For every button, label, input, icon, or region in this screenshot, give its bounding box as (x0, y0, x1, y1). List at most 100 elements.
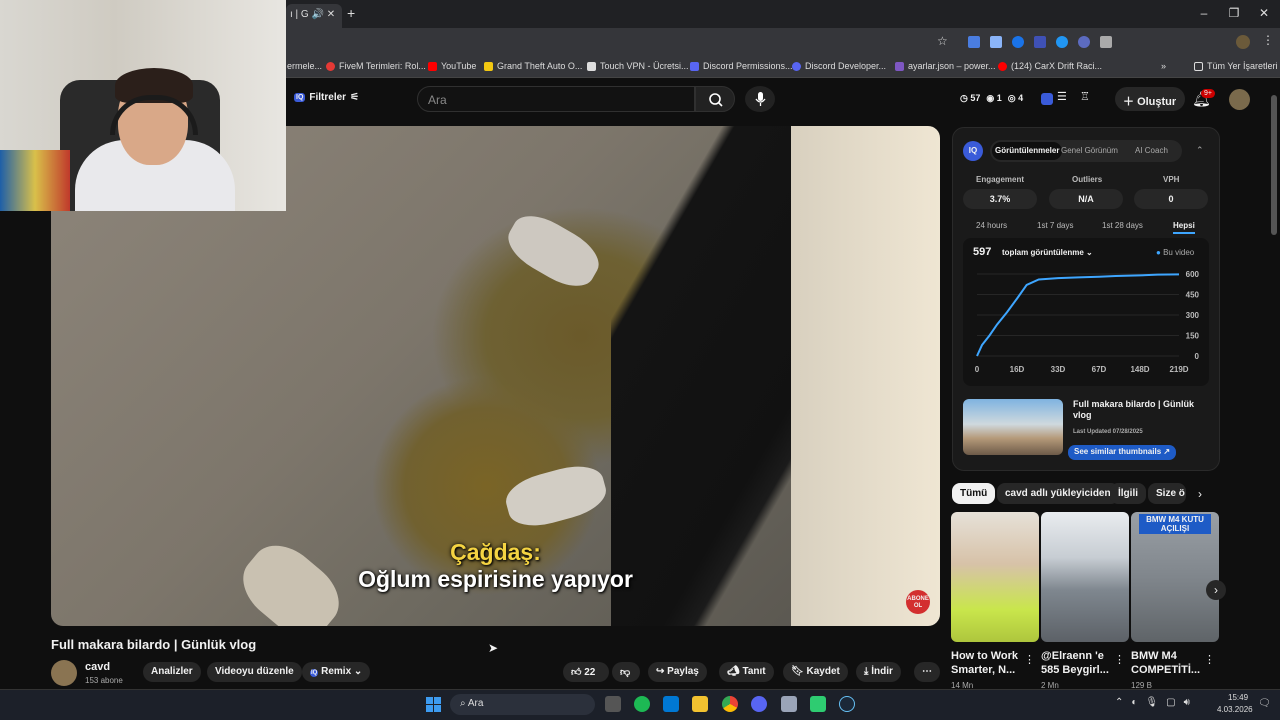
new-tab-button[interactable]: + (347, 5, 355, 21)
rec-title[interactable]: BMW M4 COMPETİTİ... (1131, 649, 1201, 677)
rec-title[interactable]: How to Work Smarter, N... (951, 649, 1031, 677)
windows-start-icon[interactable] (426, 697, 441, 712)
bookmarks-overflow-icon[interactable]: » (1161, 61, 1166, 71)
filters-button[interactable]: IQ Filtreler ⚟ (294, 92, 359, 103)
video-title: Full makara bilardo | Günlük vlog (51, 637, 257, 652)
all-bookmarks[interactable]: Tüm Yer İşaretleri (1194, 61, 1278, 71)
profile-avatar[interactable] (1236, 35, 1250, 49)
browser-tab[interactable]: ı | G 🔊 ✕ (286, 4, 342, 28)
chip-related[interactable]: İlgili (1110, 483, 1146, 504)
header-stats[interactable]: ◷ 57 ◉ 1 ◎ 4 (960, 93, 1023, 104)
like-button[interactable]: 👍︎ 22 (563, 662, 609, 682)
promote-button[interactable]: 📣︎ Tanıt (719, 662, 774, 682)
system-tray-icons[interactable]: ⌃◐🎙︎▢🔊︎ (1115, 697, 1198, 708)
menu-icon[interactable]: ⋮ (1262, 33, 1274, 47)
steam-icon[interactable] (839, 696, 855, 712)
taskbar-search[interactable]: ⌕ Ara (450, 694, 595, 715)
rec-thumbnail[interactable] (1041, 512, 1129, 642)
chip-all[interactable]: Tümü (952, 483, 996, 504)
carousel-next-button[interactable]: › (1206, 580, 1226, 600)
extensions-icons[interactable] (968, 36, 1198, 48)
analytics-button[interactable]: Analizler (143, 662, 201, 682)
chrome-icon[interactable] (722, 696, 738, 712)
collapse-icon[interactable]: ⌃ (1196, 145, 1204, 156)
vscode-icon[interactable] (663, 696, 679, 712)
restore-icon[interactable]: ❐ (1224, 6, 1244, 20)
bookmark-icon: 🔖︎ (791, 666, 804, 677)
bookmark-item[interactable]: (124) CarX Drift Raci... (998, 61, 1102, 71)
save-button[interactable]: 🔖︎ Kaydet (783, 662, 848, 682)
sliders-icon: ⚟ (350, 92, 360, 103)
see-similar-button[interactable]: See similar thumbnails ↗ (1068, 445, 1177, 460)
channel-avatar[interactable] (51, 660, 77, 686)
thumbs-down-icon: 👎︎ (620, 667, 631, 678)
bookmark-star-icon[interactable]: ☆ (937, 34, 948, 48)
bookmark-item[interactable]: Touch VPN - Ücretsi... (587, 61, 689, 71)
share-button[interactable]: ↪ Paylaş (648, 662, 707, 682)
range-7d[interactable]: 1st 7 days (1037, 221, 1073, 230)
chip-for-you[interactable]: Size ö (1148, 483, 1186, 504)
spotify-icon[interactable] (634, 696, 650, 712)
rec-thumbnail[interactable] (951, 512, 1039, 642)
chevron-right-icon[interactable]: › (1198, 487, 1202, 501)
rec-title[interactable]: @Elraenn 'e 585 Beygirl... (1041, 649, 1121, 677)
rec-more-icon[interactable]: ⋮ (1114, 653, 1125, 666)
subscribe-badge[interactable]: ABONE OL (906, 590, 930, 614)
tab-ai-coach[interactable]: AI Coach (1135, 146, 1168, 155)
channel-name[interactable]: cavd (85, 661, 110, 673)
award-icon[interactable]: ♖ (1080, 90, 1090, 103)
bookmark-item[interactable]: Discord Developer... (792, 61, 886, 71)
tab-overview[interactable]: Genel Görünüm (1061, 146, 1118, 155)
clock-time[interactable]: 15:49 (1228, 693, 1248, 702)
range-all[interactable]: Hepsi (1173, 221, 1195, 234)
chart-legend: ● Bu video (1156, 248, 1195, 257)
search-input[interactable]: Ara (417, 86, 695, 112)
app-icon[interactable] (781, 696, 797, 712)
range-24h[interactable]: 24 hours (976, 221, 1007, 230)
bookmark-item[interactable]: FiveM Terimleri: Rol... (326, 61, 426, 71)
bookmark-item[interactable]: ayarlar.json – power... (895, 61, 996, 71)
clock-date[interactable]: 4.03.2026 (1217, 705, 1253, 714)
chip-uploader[interactable]: cavd adlı yükleyiciden (997, 483, 1119, 504)
range-28d[interactable]: 1st 28 days (1102, 221, 1143, 230)
share-icon: ↪ (656, 666, 665, 677)
app-icon[interactable] (810, 696, 826, 712)
mic-icon (755, 92, 766, 106)
list-icon[interactable]: ☰ (1057, 90, 1067, 103)
dislike-button[interactable]: 👎︎ (612, 662, 640, 682)
avatar[interactable] (1229, 89, 1250, 110)
minimize-icon[interactable]: – (1194, 6, 1214, 20)
search-button[interactable] (695, 86, 735, 112)
shelf (0, 150, 70, 211)
remix-button[interactable]: IQ Remix ⌄ (302, 662, 371, 682)
tab-views[interactable]: Görüntülenmeler (992, 142, 1063, 160)
more-actions-button[interactable]: ⋯ (914, 662, 940, 682)
close-window-icon[interactable]: ✕ (1254, 6, 1274, 20)
x-tick-label: 148D (1130, 365, 1149, 374)
edit-video-button[interactable]: Videoyu düzenle (207, 662, 302, 682)
stat-label: Outliers (1072, 175, 1103, 184)
voice-search-button[interactable] (745, 86, 775, 112)
bookmark-item[interactable]: Discord Permissions... (690, 61, 793, 71)
file-explorer-icon[interactable] (692, 696, 708, 712)
panel-thumbnail[interactable] (963, 399, 1063, 455)
y-tick-label: 0 (1195, 352, 1200, 361)
y-tick-label: 300 (1186, 311, 1200, 320)
create-button[interactable]: ＋ Oluştur (1115, 87, 1185, 111)
engagement-value: 3.7% (963, 189, 1037, 209)
bookmark-item[interactable]: YouTube (428, 61, 476, 71)
search-icon (709, 93, 723, 107)
download-button[interactable]: ⤓ İndir (856, 662, 901, 682)
scrollbar[interactable] (1271, 95, 1277, 235)
rec-thumbnail[interactable]: BMW M4 KUTU AÇILIŞI (1131, 512, 1219, 642)
rec-more-icon[interactable]: ⋮ (1204, 653, 1215, 666)
notification-center-icon[interactable]: 🗨︎ (1258, 698, 1271, 709)
stat-label: Engagement (976, 175, 1025, 184)
bookmark-item[interactable]: Grand Theft Auto O... (484, 61, 582, 71)
rec-more-icon[interactable]: ⋮ (1024, 653, 1035, 666)
bookmark-item[interactable]: ermelе... (287, 61, 322, 71)
metric-dropdown[interactable]: toplam görüntülenme ⌄ (1002, 248, 1093, 257)
iq-extension-icon[interactable] (1041, 93, 1053, 105)
discord-icon[interactable] (751, 696, 767, 712)
task-view-icon[interactable] (605, 696, 621, 712)
